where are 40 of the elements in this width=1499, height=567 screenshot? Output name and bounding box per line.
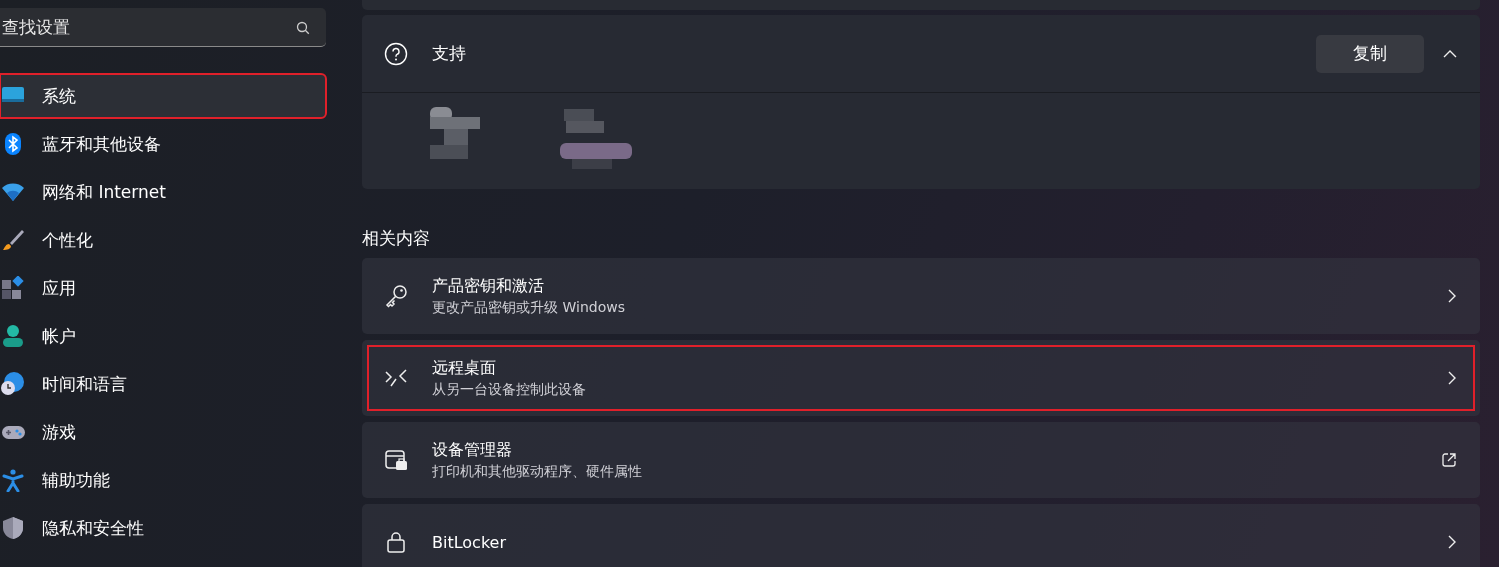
row-subtitle: 打印机和其他驱动程序、硬件属性 [432, 462, 643, 481]
key-icon [384, 284, 408, 308]
row-title: BitLocker [432, 532, 508, 552]
sidebar-item[interactable]: 时间和语言 [0, 362, 326, 406]
sidebar-item[interactable]: 帐户 [0, 314, 326, 358]
sidebar-item[interactable]: 辅助功能 [0, 458, 326, 502]
sidebar-item[interactable]: 应用 [0, 266, 326, 310]
accessibility-icon [1, 468, 25, 492]
settings-row[interactable]: BitLocker [362, 504, 1480, 567]
paintbrush-icon [1, 228, 25, 252]
sidebar-item[interactable]: 蓝牙和其他设备 [0, 122, 326, 166]
device-manager-icon [384, 448, 408, 472]
sidebar-item[interactable]: 隐私和安全性 [0, 506, 326, 550]
chevron-right-icon [1447, 370, 1457, 386]
chevron-right-icon [1447, 288, 1457, 304]
section-heading: 相关内容 [362, 227, 431, 250]
sidebar-item[interactable]: 网络和 Internet [0, 170, 326, 214]
search-icon [296, 21, 310, 35]
globe-clock-icon [1, 372, 25, 396]
copy-button[interactable]: 复制 [1316, 34, 1424, 73]
section-title: 支持 [432, 42, 467, 65]
shield-icon [1, 516, 25, 540]
lock-icon [384, 530, 408, 554]
search-field[interactable]: 查找设置 [0, 8, 326, 47]
settings-row[interactable]: 产品密钥和激活 更改产品密钥或升级 Windows [362, 258, 1480, 334]
row-title: 设备管理器 [432, 439, 513, 461]
row-subtitle: 从另一台设备控制此设备 [432, 380, 587, 399]
row-title: 产品密钥和激活 [432, 275, 545, 297]
help-icon [384, 41, 408, 66]
row-subtitle: 更改产品密钥或升级 Windows [432, 298, 626, 317]
person-icon [1, 324, 25, 348]
external-link-icon [1441, 452, 1457, 468]
sidebar-item[interactable]: 游戏 [0, 410, 326, 454]
chevron-right-icon [1447, 534, 1457, 550]
settings-row[interactable]: 设备管理器 打印机和其他驱动程序、硬件属性 [362, 422, 1480, 498]
apps-icon [1, 276, 25, 300]
sidebar-item[interactable]: 个性化 [0, 218, 326, 262]
row-title: 远程桌面 [432, 357, 497, 379]
settings-row[interactable]: 远程桌面 从另一台设备控制此设备 [362, 340, 1480, 416]
sidebar-item[interactable]: 系统 [0, 74, 326, 118]
